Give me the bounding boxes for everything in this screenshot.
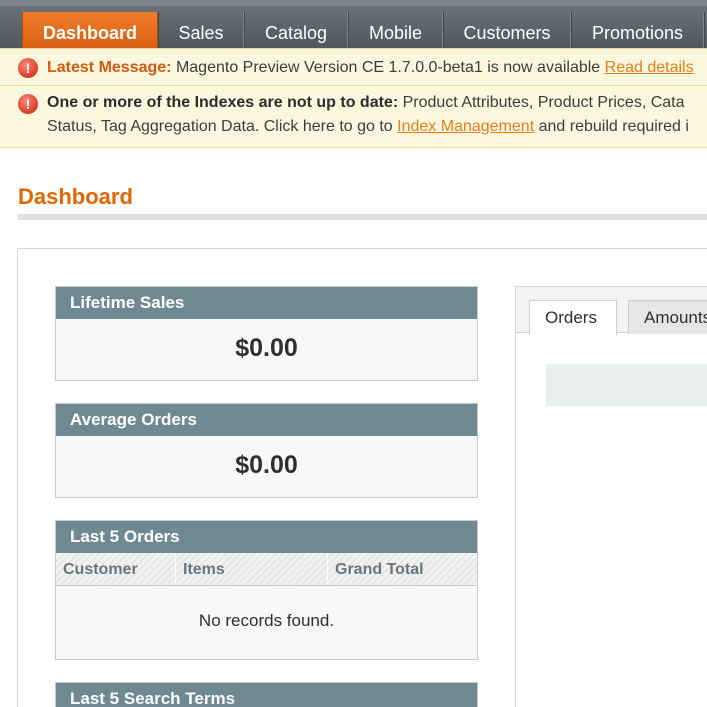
index-warning-line-1: One or more of the Indexes are not up to… [47, 94, 685, 112]
index-warning-text-1: Product Attributes, Product Prices, Cata [402, 94, 685, 111]
title-divider [18, 214, 707, 220]
average-orders-value: $0.00 [235, 451, 298, 479]
column-customer[interactable]: Customer [56, 553, 176, 585]
last-orders-title: Last 5 Orders [56, 521, 477, 553]
column-grand-total[interactable]: Grand Total [328, 553, 477, 585]
index-warning-line-2: Status, Tag Aggregation Data. Click here… [47, 118, 689, 136]
no-records-message: No records found. [198, 611, 335, 630]
lifetime-sales-panel: Lifetime Sales $0.00 [55, 286, 478, 381]
error-icon: ! [18, 94, 38, 114]
column-items[interactable]: Items [176, 553, 328, 585]
latest-message-bar: ! Latest Message: Magento Preview Versio… [0, 48, 707, 86]
last-search-terms-panel: Last 5 Search Terms [55, 682, 478, 707]
lifetime-sales-title: Lifetime Sales [56, 287, 477, 319]
chart-placeholder [546, 364, 707, 406]
index-management-link[interactable]: Index Management [397, 118, 534, 135]
page-title: Dashboard [18, 184, 133, 209]
chart-tabs-container [515, 286, 707, 707]
read-details-link[interactable]: Read details [605, 59, 694, 76]
tab-orders[interactable]: Orders [529, 300, 617, 335]
index-warning-bar: ! One or more of the Indexes are not up … [0, 86, 707, 148]
average-orders-title: Average Orders [56, 404, 477, 436]
tab-amounts[interactable]: Amounts [628, 300, 707, 334]
average-orders-panel: Average Orders $0.00 [55, 403, 478, 498]
lifetime-sales-value: $0.00 [235, 334, 298, 362]
latest-message-body: Magento Preview Version CE 1.7.0.0-beta1… [175, 59, 601, 76]
last-orders-panel: Last 5 Orders Customer Items Grand Total… [55, 520, 478, 660]
index-warning-label: One or more of the Indexes are not up to… [47, 94, 399, 111]
index-warning-text-2b: and rebuild required i [538, 118, 689, 135]
last-search-terms-title: Last 5 Search Terms [56, 683, 477, 707]
index-warning-text-2a: Status, Tag Aggregation Data. Click here… [47, 118, 393, 135]
last-orders-grid-header: Customer Items Grand Total [56, 553, 477, 586]
error-icon: ! [18, 58, 38, 78]
latest-message-label: Latest Message: [47, 59, 172, 76]
top-navigation: Dashboard Sales Catalog Mobile Customers… [0, 0, 707, 54]
latest-message-text: Latest Message: Magento Preview Version … [47, 59, 694, 77]
